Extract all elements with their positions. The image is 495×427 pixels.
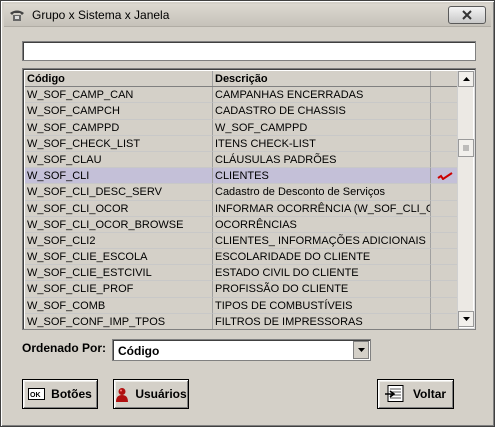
table-row[interactable]: W_SOF_CLI_DESC_SERV Cadastro de Desconto … (25, 184, 459, 201)
table-row[interactable]: W_SOF_CLI_OCOR_BROWSE OCORRÊNCIAS (25, 216, 459, 233)
window-title: Grupo x Sistema x Janela (32, 8, 170, 22)
scroll-thumb[interactable] (458, 139, 474, 157)
usuarios-button[interactable]: Usuários (113, 379, 189, 409)
table-row[interactable]: W_SOF_CLI CLIENTES (25, 168, 459, 185)
voltar-button[interactable]: Voltar (377, 379, 454, 409)
grip-icon (463, 145, 469, 151)
table-row[interactable]: W_SOF_CAMPPD W_SOF_CAMPPD (25, 119, 459, 136)
cell-description: CLÁUSULAS PADRÕES (213, 151, 431, 169)
table-row[interactable]: W_SOF_CONF_IMP_TPOS FILTROS DE IMPRESSORA… (25, 313, 459, 329)
column-header-code[interactable]: Código (25, 71, 213, 87)
arrow-up-icon (462, 77, 470, 81)
dropdown-button[interactable] (353, 341, 369, 359)
scroll-down-button[interactable] (458, 311, 474, 327)
cell-code: W_SOF_CAMP_CAN (25, 87, 213, 104)
column-header-flag (431, 71, 459, 87)
close-button[interactable] (448, 6, 486, 24)
botoes-label: Botões (51, 387, 92, 401)
cell-flag (431, 281, 459, 298)
botoes-button[interactable]: OK Botões (22, 379, 98, 409)
data-grid: Código Descrição W_SOF_CAMP_CAN CAMPANHAS… (22, 68, 476, 330)
dialog-window: Grupo x Sistema x Janela Código Descriçã… (0, 0, 495, 427)
check-mark-icon (436, 171, 453, 180)
cell-code: W_SOF_CLI_DESC_SERV (25, 184, 213, 201)
cell-code: W_SOF_CLIE_ESTCIVIL (25, 265, 213, 282)
cell-code: W_SOF_CAMPCH (25, 103, 213, 120)
table-row[interactable]: W_SOF_CHECK_LIST ITENS CHECK-LIST (25, 135, 459, 152)
table-row[interactable]: W_SOF_CAMPCH CADASTRO DE CHASSIS (25, 103, 459, 120)
cell-description: ITENS CHECK-LIST (213, 135, 431, 152)
cell-code: W_SOF_CHECK_LIST (25, 135, 213, 152)
cell-flag (431, 119, 459, 136)
cell-code: W_SOF_CLI_OCOR_BROWSE (25, 216, 213, 233)
order-selected-value: Código (118, 344, 160, 358)
grid-header: Código Descrição (25, 71, 459, 88)
cell-description: TIPOS DE COMBUSTÍVEIS (213, 297, 431, 314)
grid-body: Código Descrição W_SOF_CAMP_CAN CAMPANHAS… (25, 71, 459, 329)
cell-flag (431, 249, 459, 266)
table-row[interactable]: W_SOF_CLIE_PROF PROFISSÃO DO CLIENTE (25, 281, 459, 298)
cell-flag (431, 297, 459, 314)
table-row[interactable]: W_SOF_CAMP_CAN CAMPANHAS ENCERRADAS (25, 87, 459, 104)
order-select[interactable]: Código (112, 339, 371, 361)
cell-description: CLIENTES_ INFORMAÇÕES ADICIONAIS (213, 232, 431, 250)
cell-code: W_SOF_CLI2 (25, 232, 213, 250)
cell-flag (431, 216, 459, 233)
usuarios-label: Usuários (135, 387, 187, 401)
cell-code: W_SOF_CLI (25, 168, 213, 185)
cell-description: CAMPANHAS ENCERRADAS (213, 87, 431, 104)
cell-description: CADASTRO DE CHASSIS (213, 103, 431, 120)
cell-code: W_SOF_CAMPPD (25, 119, 213, 136)
cell-code: W_SOF_CLAU (25, 151, 213, 169)
cell-code: W_SOF_CLI_OCOR (25, 200, 213, 217)
cell-description: ESCOLARIDADE DO CLIENTE (213, 249, 431, 266)
cell-description: Cadastro de Desconto de Serviços (213, 184, 431, 201)
table-row[interactable]: W_SOF_CLI2 CLIENTES_ INFORMAÇÕES ADICIONA… (25, 232, 459, 250)
cell-flag (431, 232, 459, 250)
cell-flag (431, 168, 459, 185)
table-row[interactable]: W_SOF_COMB TIPOS DE COMBUSTÍVEIS (25, 297, 459, 314)
column-header-description[interactable]: Descrição (213, 71, 431, 87)
cell-description: OCORRÊNCIAS (213, 216, 431, 233)
cell-flag (431, 87, 459, 104)
cell-description: ESTADO CIVIL DO CLIENTE (213, 265, 431, 282)
phone-icon (9, 8, 25, 22)
cell-flag (431, 200, 459, 217)
cell-description: FILTROS DE IMPRESSORAS (213, 313, 431, 329)
search-input[interactable] (22, 41, 476, 61)
table-row[interactable]: W_SOF_CLAU CLÁUSULAS PADRÕES (25, 151, 459, 169)
cell-code: W_SOF_CLIE_PROF (25, 281, 213, 298)
exit-door-icon (384, 385, 407, 403)
table-row[interactable]: W_SOF_CLIE_ESCOLA ESCOLARIDADE DO CLIENTE (25, 249, 459, 266)
cell-flag (431, 135, 459, 152)
user-icon (115, 387, 129, 402)
cell-description: PROFISSÃO DO CLIENTE (213, 281, 431, 298)
scroll-up-button[interactable] (458, 71, 474, 87)
cell-description: INFORMAR OCORRÊNCIA (W_SOF_CLI_OCO (213, 200, 431, 217)
cell-flag (431, 265, 459, 282)
cell-code: W_SOF_CLIE_ESCOLA (25, 249, 213, 266)
close-icon (462, 10, 472, 20)
order-label: Ordenado Por: (22, 341, 107, 355)
cell-description: CLIENTES (213, 168, 431, 185)
vertical-scrollbar[interactable] (457, 71, 474, 327)
arrow-down-icon (462, 317, 470, 321)
chevron-down-icon (357, 348, 365, 352)
table-row[interactable]: W_SOF_CLI_OCOR INFORMAR OCORRÊNCIA (W_SOF… (25, 200, 459, 217)
cell-code: W_SOF_COMB (25, 297, 213, 314)
voltar-label: Voltar (412, 387, 447, 401)
cell-code: W_SOF_CONF_IMP_TPOS (25, 313, 213, 329)
svg-text:OK: OK (30, 392, 41, 399)
table-row[interactable]: W_SOF_CLIE_ESTCIVIL ESTADO CIVIL DO CLIEN… (25, 265, 459, 282)
cell-description: W_SOF_CAMPPD (213, 119, 431, 136)
cell-flag (431, 313, 459, 329)
cell-flag (431, 151, 459, 169)
title-bar: Grupo x Sistema x Janela (4, 4, 491, 27)
ok-icon: OK (28, 388, 46, 400)
cell-flag (431, 184, 459, 201)
cell-flag (431, 103, 459, 120)
